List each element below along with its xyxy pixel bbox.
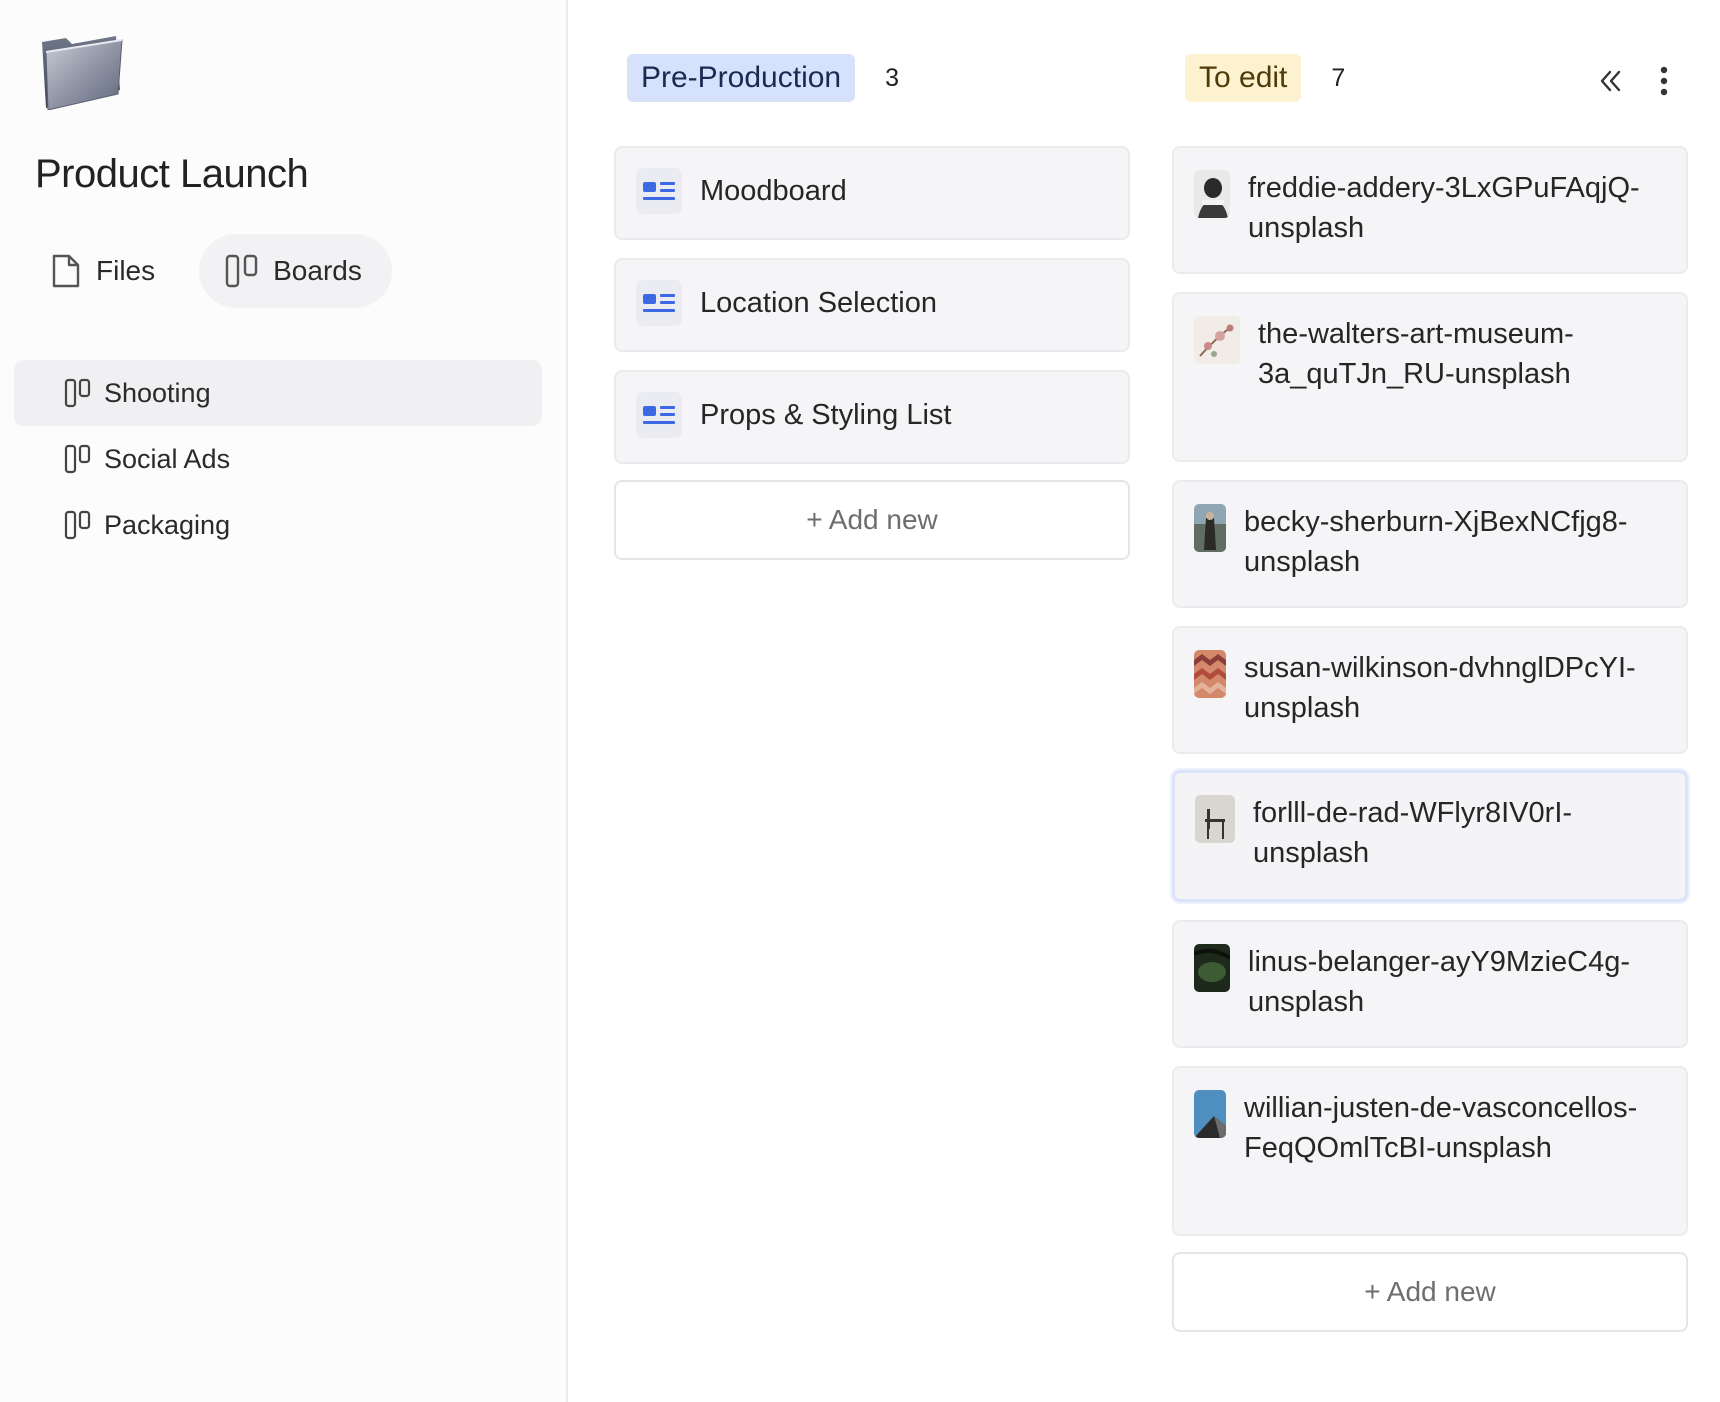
image-thumbnail: [1194, 650, 1226, 698]
image-thumbnail: [1194, 316, 1240, 364]
board-item-shooting[interactable]: Shooting: [14, 360, 542, 426]
board-item-label: Shooting: [104, 377, 211, 408]
file-icon: [52, 254, 80, 288]
card-title: forlll-de-rad-WFlyr8IV0rI-unsplash: [1253, 797, 1573, 869]
vertical-dots-icon[interactable]: [1656, 64, 1672, 98]
document-icon: [636, 392, 682, 438]
image-thumbnail: [1195, 795, 1235, 843]
card-title: Location Selection: [700, 287, 937, 319]
double-chevron-left-icon[interactable]: [1596, 66, 1626, 96]
card-title: becky-sherburn-XjBexNCfjg8-unsplash: [1244, 506, 1628, 578]
board-item-social-ads[interactable]: Social Ads: [14, 426, 542, 492]
image-thumbnail: [1194, 504, 1226, 552]
project-title: Product Launch: [35, 152, 309, 196]
card-title: freddie-addery-3LxGPuFAqjQ-unsplash: [1248, 172, 1640, 244]
board-icon: [64, 378, 91, 408]
add-new-button[interactable]: + Add new: [614, 480, 1130, 560]
card-image-file[interactable]: susan-wilkinson-dvhnglDPcYI-unsplash: [1172, 626, 1688, 754]
files-tab-label: Files: [96, 255, 156, 286]
card-image-file[interactable]: becky-sherburn-XjBexNCfjg8-unsplash: [1172, 480, 1688, 608]
board-icon: [64, 444, 91, 474]
column-count: 3: [885, 63, 900, 92]
folder-icon: [42, 36, 123, 110]
image-thumbnail: [1194, 944, 1230, 992]
files-tab[interactable]: Files: [40, 234, 185, 308]
document-icon: [636, 280, 682, 326]
board-icon: [64, 510, 91, 540]
column-header: To edit 7: [1185, 54, 1345, 102]
add-new-button[interactable]: + Add new: [1172, 1252, 1688, 1332]
image-thumbnail: [1194, 1090, 1226, 1138]
card-image-file-selected[interactable]: forlll-de-rad-WFlyr8IV0rI-unsplash: [1172, 770, 1688, 902]
card-title: linus-belanger-ayY9MzieC4g-unsplash: [1248, 946, 1631, 1018]
card-image-file[interactable]: freddie-addery-3LxGPuFAqjQ-unsplash: [1172, 146, 1688, 274]
document-icon: [636, 168, 682, 214]
card-image-file[interactable]: the-walters-art-museum-3a_quTJn_RU-unspl…: [1172, 292, 1688, 462]
view-mode-switcher: Files Boards: [40, 234, 392, 308]
card-image-file[interactable]: linus-belanger-ayY9MzieC4g-unsplash: [1172, 920, 1688, 1048]
image-thumbnail: [1194, 170, 1230, 218]
card-title: willian-justen-de-vasconcellos-FeqQOmlTc…: [1244, 1092, 1638, 1164]
card-props-styling-list[interactable]: Props & Styling List: [614, 370, 1130, 464]
card-title: Moodboard: [700, 175, 847, 207]
board-item-packaging[interactable]: Packaging: [14, 492, 542, 558]
status-tag[interactable]: To edit: [1185, 54, 1302, 102]
card-title: the-walters-art-museum-3a_quTJn_RU-unspl…: [1258, 318, 1574, 390]
column-toolbar: [1572, 62, 1692, 102]
card-image-file[interactable]: willian-justen-de-vasconcellos-FeqQOmlTc…: [1172, 1066, 1688, 1236]
column-header: Pre-Production 3: [627, 54, 899, 102]
card-title: Props & Styling List: [700, 399, 952, 431]
board-icon: [225, 254, 258, 288]
boards-tab[interactable]: Boards: [199, 234, 392, 308]
board-item-label: Social Ads: [104, 443, 231, 474]
column-count: 7: [1331, 63, 1346, 92]
card-location-selection[interactable]: Location Selection: [614, 258, 1130, 352]
status-tag[interactable]: Pre-Production: [627, 54, 856, 102]
board-list: Shooting Social Ads Packaging: [14, 360, 542, 558]
card-title: susan-wilkinson-dvhnglDPcYI-unsplash: [1244, 652, 1636, 724]
card-moodboard[interactable]: Moodboard: [614, 146, 1130, 240]
boards-tab-label: Boards: [273, 255, 362, 286]
board-item-label: Packaging: [104, 509, 231, 540]
sidebar: Product Launch Files Boards Shooting Soc…: [0, 0, 568, 1402]
